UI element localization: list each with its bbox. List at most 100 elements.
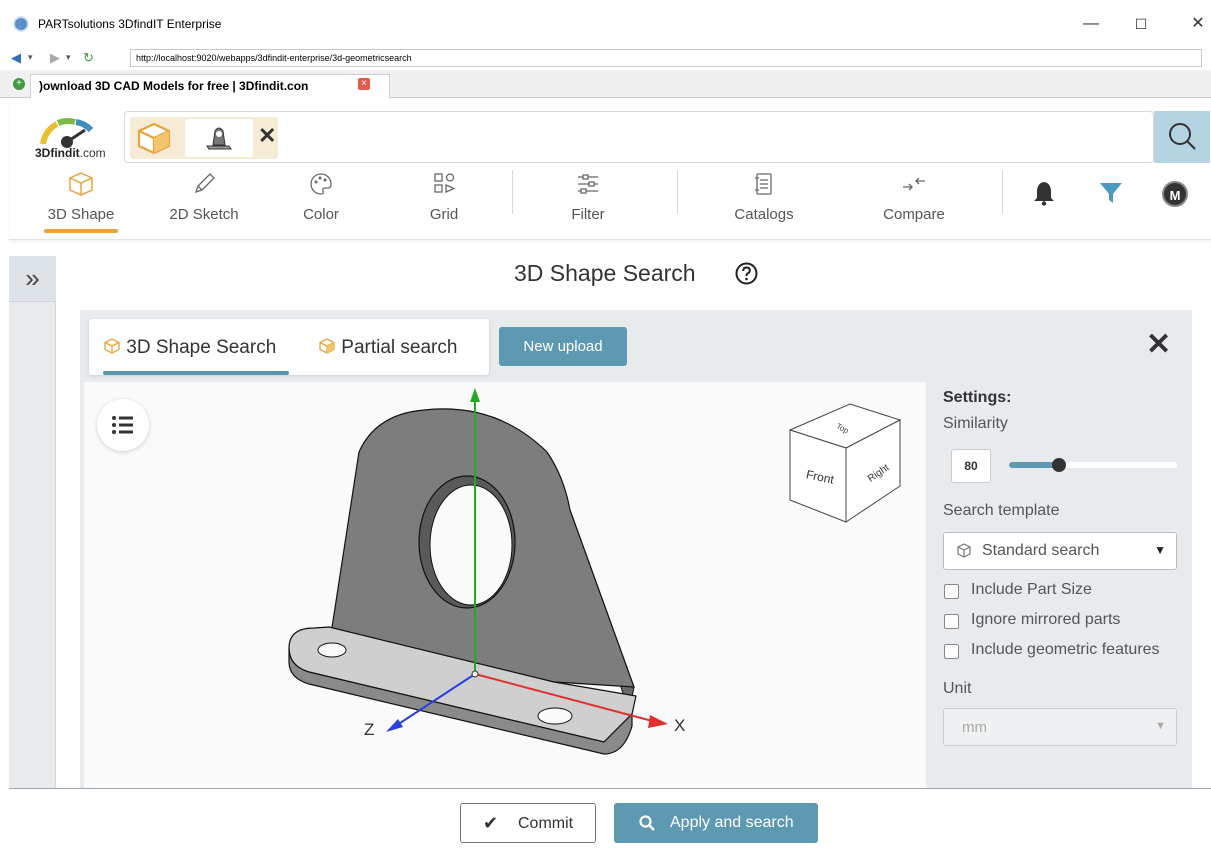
avatar[interactable]: M — [1162, 181, 1188, 207]
panel-tabs: 3D Shape Search Partial search — [89, 319, 489, 375]
address-bar: ◀ ▾ ▶ ▾ ↻ http://localhost:9020/webapps/… — [0, 46, 1211, 70]
include-part-size-checkbox[interactable] — [944, 584, 959, 599]
search-chip-area[interactable]: ✕ — [124, 111, 1154, 163]
nav-color[interactable]: Color — [266, 168, 376, 236]
x-axis-label: X — [674, 716, 686, 735]
expand-sidebar-icon[interactable]: » — [9, 256, 56, 302]
cube-icon — [69, 172, 93, 196]
similarity-input[interactable]: 80 — [951, 449, 991, 483]
nav-label: 3D Shape — [47, 206, 115, 223]
tab-3d-shape-search[interactable]: 3D Shape Search — [103, 337, 276, 359]
similarity-label: Similarity — [943, 415, 1008, 432]
tab-close-icon[interactable]: × — [358, 78, 370, 90]
unit-value: mm — [962, 719, 987, 736]
unit-select[interactable]: mm ▼ — [943, 708, 1177, 746]
palette-icon — [310, 173, 332, 195]
checkmark-icon: ✔ — [483, 813, 499, 833]
pencil-icon — [194, 173, 215, 194]
template-cube-icon — [957, 543, 971, 558]
logo-suffix: .com — [79, 146, 106, 160]
apply-label: Apply and search — [670, 814, 794, 831]
nav-label: Grid — [429, 206, 459, 223]
ignore-mirrored-checkbox[interactable] — [944, 614, 959, 629]
window-title: PARTsolutions 3DfindIT Enterprise — [38, 17, 222, 31]
close-window-button[interactable]: ✕ — [1183, 12, 1211, 36]
page-title: 3D Shape Search — [514, 260, 696, 286]
tab-label: 3D Shape Search — [126, 337, 277, 358]
browser-tab-title: )ownload 3D CAD Models for free | 3Dfind… — [39, 79, 309, 93]
part-thumbnail[interactable] — [185, 119, 253, 157]
action-bar: ✔ Commit Apply and search — [9, 788, 1211, 856]
logo-gauge-icon — [40, 118, 94, 148]
url-input[interactable]: http://localhost:9020/webapps/3dfindit-e… — [130, 49, 1202, 67]
app-icon — [13, 16, 29, 32]
maximize-button[interactable]: ☐ — [1126, 12, 1156, 36]
nav-label: Compare — [883, 206, 945, 223]
3d-viewer[interactable]: Z X Top Front Right — [84, 382, 926, 788]
nav-divider — [1002, 170, 1003, 214]
nav-3d-shape[interactable]: 3D Shape — [26, 168, 136, 236]
include-part-size-label[interactable]: Include Part Size — [971, 581, 1092, 599]
close-panel-icon[interactable]: ✕ — [1146, 330, 1171, 360]
settings-panel: Settings: Similarity 80 Search template … — [925, 382, 1192, 788]
cube-chip-icon — [137, 122, 171, 154]
template-value: Standard search — [982, 542, 1100, 559]
new-tab-icon[interactable]: + — [13, 78, 25, 90]
active-underline — [44, 229, 118, 233]
search-icon — [1169, 123, 1196, 150]
compare-icon — [903, 177, 925, 191]
left-sidebar: » — [9, 256, 56, 856]
forward-dropdown-icon[interactable]: ▾ — [66, 52, 71, 63]
commit-button[interactable]: ✔ Commit — [460, 803, 596, 843]
nav-label: Filter — [571, 206, 605, 223]
unit-label: Unit — [943, 680, 972, 697]
commit-label: Commit — [518, 815, 574, 832]
dropdown-arrow-icon: ▼ — [1154, 543, 1166, 557]
nav-label: Catalogs — [734, 206, 794, 223]
nav-filter[interactable]: Filter — [533, 168, 643, 236]
logo-brand: 3Dfindit — [35, 146, 80, 160]
include-geometric-features-label[interactable]: Include geometric features — [971, 641, 1160, 659]
apply-and-search-button[interactable]: Apply and search — [614, 803, 818, 843]
nav-compare[interactable]: Compare — [859, 168, 969, 236]
back-dropdown-icon[interactable]: ▾ — [28, 52, 33, 63]
part-model — [288, 388, 902, 755]
app-header: 3Dfindit.com ✕ 3D Shape 2D Sketch Color … — [9, 98, 1211, 240]
window-titlebar: PARTsolutions 3DfindIT Enterprise — ☐ ✕ — [0, 0, 1211, 46]
refresh-icon[interactable]: ↻ — [83, 50, 94, 66]
search-template-select[interactable]: Standard search ▼ — [943, 532, 1177, 570]
tab-partial-search[interactable]: Partial search — [318, 337, 457, 359]
ignore-mirrored-label[interactable]: Ignore mirrored parts — [971, 611, 1120, 629]
logo-text: 3Dfindit.com — [35, 146, 106, 160]
new-upload-button[interactable]: New upload — [499, 327, 627, 366]
back-icon[interactable]: ◀ — [11, 50, 21, 66]
active-tab-underline — [103, 371, 289, 375]
nav-divider — [677, 170, 678, 214]
forward-icon[interactable]: ▶ — [50, 50, 60, 66]
help-icon[interactable] — [734, 261, 759, 286]
nav-divider — [512, 170, 513, 214]
search-button[interactable] — [1154, 111, 1210, 163]
nav-catalogs[interactable]: Catalogs — [709, 168, 819, 236]
nav-label: Color — [303, 206, 339, 223]
search-panel: 3D Shape Search Partial search New uploa… — [80, 310, 1192, 788]
browser-tab-bar: + )ownload 3D CAD Models for free | 3Dfi… — [0, 70, 1211, 98]
bell-icon[interactable] — [1033, 180, 1055, 206]
settings-heading: Settings: — [943, 389, 1012, 406]
minimize-button[interactable]: — — [1076, 12, 1106, 36]
cube-partial-icon — [319, 338, 335, 354]
search-chip[interactable]: ✕ — [130, 117, 278, 159]
template-label: Search template — [943, 502, 1060, 519]
nav-label: 2D Sketch — [169, 206, 239, 223]
logo[interactable]: 3Dfindit.com — [35, 116, 106, 160]
cube-outline-icon — [104, 338, 120, 354]
browser-tab[interactable]: )ownload 3D CAD Models for free | 3Dfind… — [30, 74, 390, 98]
nav-grid[interactable]: Grid — [389, 168, 499, 236]
similarity-slider-handle[interactable] — [1052, 458, 1067, 472]
dropdown-arrow-icon: ▼ — [1155, 720, 1166, 732]
remove-chip-icon[interactable]: ✕ — [258, 125, 276, 147]
include-geometric-features-checkbox[interactable] — [944, 644, 959, 659]
nav-2d-sketch[interactable]: 2D Sketch — [149, 168, 259, 236]
catalog-icon — [755, 173, 772, 195]
filter-icon[interactable] — [1099, 180, 1123, 206]
